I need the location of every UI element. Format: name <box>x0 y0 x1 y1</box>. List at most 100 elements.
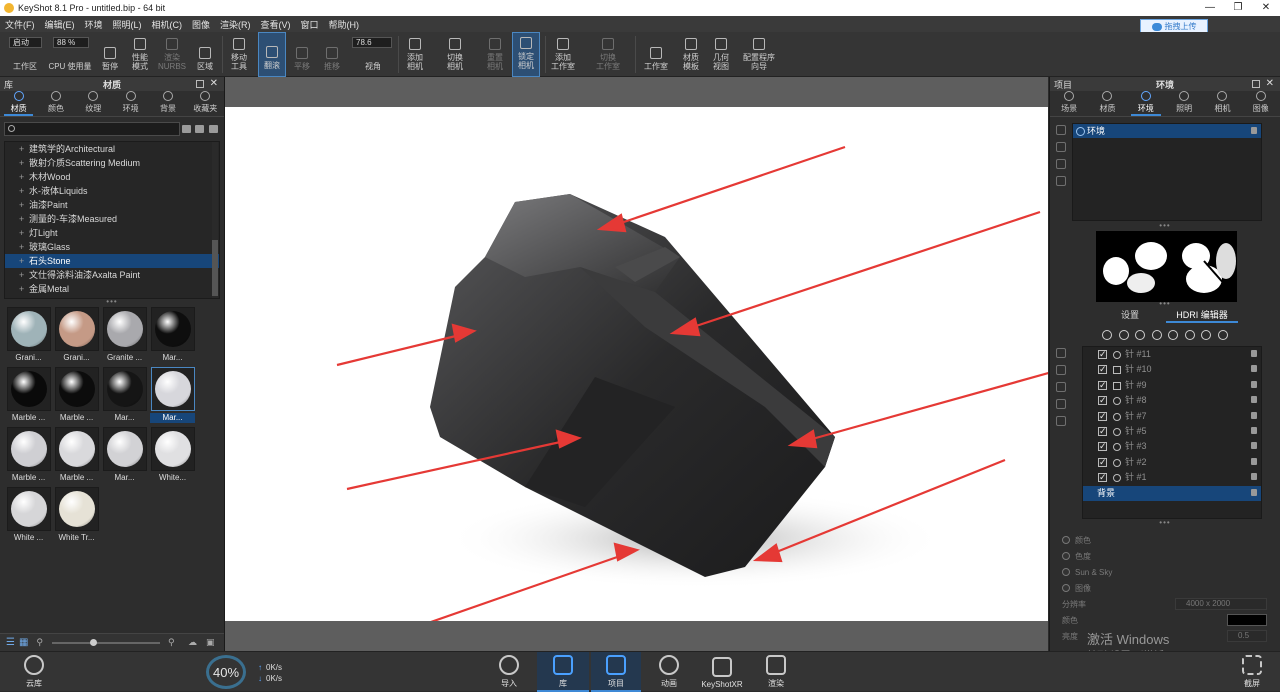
switch-studio-button[interactable]: 切换 工作室 <box>590 32 626 77</box>
list-view-icon[interactable]: ☰ <box>6 637 15 648</box>
thumbnail-size-slider-knob[interactable] <box>90 639 97 646</box>
tree-scrollbar-thumb[interactable] <box>212 240 218 296</box>
menu-environment[interactable]: 环境 <box>80 18 108 31</box>
pin-list-item[interactable]: 针 #3 <box>1083 439 1261 454</box>
geometry-view-button[interactable]: 几何 视图 <box>708 32 734 77</box>
add-pin-image-icon[interactable] <box>1135 330 1146 340</box>
lock-camera-button[interactable]: 锁定 相机 <box>512 32 540 77</box>
material-thumbnail[interactable]: Mar... <box>102 427 147 483</box>
refresh-icon[interactable] <box>208 125 218 133</box>
background-list-item[interactable]: 背景 <box>1083 485 1261 501</box>
duplicate-environment-icon[interactable] <box>1056 125 1066 135</box>
pause-button[interactable]: 暂停 <box>98 32 122 77</box>
splitter-handle[interactable]: ••• <box>1050 519 1280 528</box>
material-thumbnail[interactable]: Mar... <box>150 307 195 363</box>
move-tool-button[interactable]: 移动 工具 <box>226 32 252 77</box>
add-studio-button[interactable]: 添加 工作室 <box>548 32 578 77</box>
grid-view-icon[interactable]: ▦ <box>19 637 28 648</box>
restore-button[interactable]: ❐ <box>1224 0 1252 16</box>
hdri-preview[interactable] <box>1096 231 1237 302</box>
workspace-button[interactable]: 工作区 <box>8 32 42 77</box>
background-option-image[interactable]: 图像 <box>1062 580 1267 596</box>
pin-folder-side-icon[interactable] <box>1056 399 1066 409</box>
menu-view[interactable]: 查看(V) <box>256 18 296 31</box>
tree-item-metal[interactable]: 金属Metal <box>5 282 219 296</box>
tab-favorites[interactable]: 收藏夹 <box>187 91 224 116</box>
add-folder-icon[interactable] <box>182 125 192 133</box>
tree-item-axalta-paint[interactable]: 文仕得涂料油漆Axalta Paint <box>5 268 219 282</box>
cpu-usage-button[interactable]: CPU 使用量 <box>46 32 94 77</box>
cloud-library-button[interactable]: 云库 <box>18 652 50 692</box>
material-thumbnail[interactable]: Granite ... <box>102 307 147 363</box>
render-button[interactable]: 渲染 <box>757 652 795 692</box>
subtab-hdri-editor[interactable]: HDRI 编辑器 <box>1166 309 1238 323</box>
material-thumbnail[interactable]: Marble ... <box>54 367 99 423</box>
lock-icon[interactable] <box>1251 473 1257 481</box>
import-folder-icon[interactable]: ▣ <box>206 637 215 648</box>
zoom-in-icon[interactable]: ⚲ <box>168 637 175 648</box>
pin-visibility-checkbox[interactable] <box>1098 378 1107 393</box>
lock-icon[interactable] <box>1251 380 1257 388</box>
material-thumbnail[interactable]: Grani... <box>54 307 99 363</box>
menu-help[interactable]: 帮助(H) <box>324 18 365 31</box>
menu-window[interactable]: 窗口 <box>296 18 324 31</box>
render-canvas[interactable] <box>225 107 1048 621</box>
thumbnail-size-slider[interactable] <box>52 642 160 644</box>
material-thumbnail[interactable]: Marble ... <box>6 427 51 483</box>
splitter-handle[interactable]: ••• <box>1050 300 1280 309</box>
material-thumbnail[interactable]: White ... <box>6 487 51 543</box>
tab-camera[interactable]: 相机 <box>1203 91 1241 116</box>
pin-visibility-checkbox[interactable] <box>1098 424 1107 439</box>
splitter-handle[interactable]: ••• <box>1050 222 1280 231</box>
material-thumbnail[interactable]: Grani... <box>6 307 51 363</box>
background-option-sun-sky[interactable]: Sun & Sky <box>1062 564 1267 580</box>
color-swatch[interactable] <box>1227 614 1267 626</box>
copy-environment-icon[interactable] <box>1056 159 1066 169</box>
tree-item-stone[interactable]: 石头Stone <box>5 254 219 268</box>
lock-icon[interactable] <box>1251 426 1257 434</box>
add-pin-icon[interactable] <box>1102 330 1112 340</box>
config-wizard-button[interactable]: 配置程序 向导 <box>740 32 778 77</box>
pin-list-item[interactable]: 针 #5 <box>1083 424 1261 439</box>
material-thumbnail[interactable]: White... <box>150 427 195 483</box>
environment-list-item[interactable]: 环境 <box>1073 124 1261 138</box>
panel-undock-icon[interactable] <box>1252 80 1260 88</box>
menu-edit[interactable]: 编辑(E) <box>40 18 80 31</box>
lock-icon[interactable] <box>1251 488 1257 496</box>
menu-file[interactable]: 文件(F) <box>0 18 40 31</box>
pin-visibility-checkbox[interactable] <box>1098 409 1107 424</box>
close-button[interactable]: ✕ <box>1252 0 1280 16</box>
add-camera-button[interactable]: 添加 相机 <box>402 32 428 77</box>
pin-list-item[interactable]: 针 #9 <box>1083 378 1261 393</box>
pin-list-item[interactable]: 针 #10 <box>1083 362 1261 377</box>
panel-close-icon[interactable]: ✕ <box>1266 78 1274 89</box>
move-pin-up-icon[interactable] <box>1056 365 1066 375</box>
panel-undock-icon[interactable] <box>196 80 204 88</box>
pin-visibility-checkbox[interactable] <box>1098 455 1107 470</box>
pin-list-item[interactable]: 针 #11 <box>1083 347 1261 362</box>
reset-camera-button[interactable]: 重置 相机 <box>482 32 508 77</box>
tab-textures[interactable]: 纹理 <box>75 91 112 116</box>
material-thumbnail[interactable]: Mar... <box>102 367 147 423</box>
menu-camera[interactable]: 相机(C) <box>147 18 188 31</box>
pin-visibility-checkbox[interactable] <box>1098 362 1107 377</box>
lock-icon[interactable] <box>1251 350 1257 357</box>
lock-icon[interactable] <box>1251 457 1257 465</box>
tab-scene[interactable]: 场景 <box>1050 91 1088 116</box>
folder-icon[interactable] <box>195 125 205 133</box>
menu-image[interactable]: 图像 <box>187 18 215 31</box>
project-button[interactable]: 项目 <box>591 652 641 692</box>
tab-backplates[interactable]: 背景 <box>149 91 186 116</box>
pin-adjust-icon[interactable] <box>1168 330 1179 340</box>
delete-environment-icon[interactable] <box>1056 176 1066 186</box>
zoom-out-icon[interactable]: ⚲ <box>36 637 43 648</box>
background-option-chroma[interactable]: 色度 <box>1062 548 1267 564</box>
pin-visibility-checkbox[interactable] <box>1098 393 1107 408</box>
keyshotxr-button[interactable]: KeyShotXR <box>698 652 746 692</box>
pin-list-item[interactable]: 针 #7 <box>1083 409 1261 424</box>
minimize-button[interactable]: — <box>1196 0 1224 16</box>
pin-list-item[interactable]: 针 #2 <box>1083 455 1261 470</box>
screenshot-button[interactable]: 截屏 <box>1236 652 1268 692</box>
pin-list-item[interactable]: 针 #8 <box>1083 393 1261 408</box>
tab-materials[interactable]: 材质 <box>0 91 37 116</box>
